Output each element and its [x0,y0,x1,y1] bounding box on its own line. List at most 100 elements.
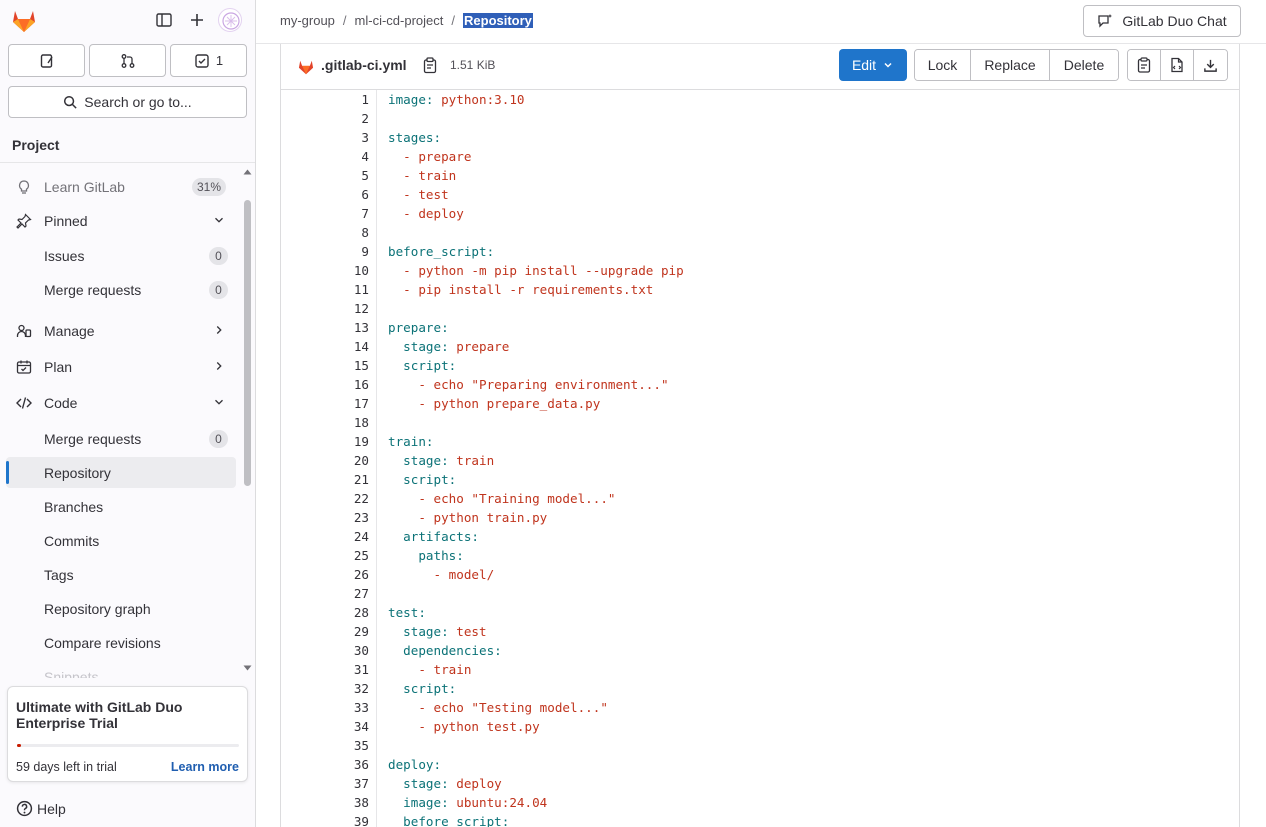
line-number[interactable]: 5 [281,166,369,185]
sidebar-item-repository[interactable]: Repository [6,457,236,488]
line-number[interactable]: 30 [281,641,369,660]
line-number[interactable]: 25 [281,546,369,565]
line-number[interactable]: 26 [281,565,369,584]
line-number[interactable]: 22 [281,489,369,508]
edit-label: Edit [851,57,877,73]
line-number[interactable]: 37 [281,774,369,793]
sidebar-item-learn-gitlab[interactable]: Learn GitLab 31% [6,171,236,202]
line-number[interactable]: 35 [281,736,369,755]
delete-button[interactable]: Delete [1050,50,1118,80]
trial-widget[interactable]: Ultimate with GitLab Duo Enterprise Tria… [7,686,248,782]
line-number[interactable]: 12 [281,299,369,318]
code-text: script: [403,472,457,487]
line-number[interactable]: 17 [281,394,369,413]
sidebar-item-repository-graph[interactable]: Repository graph [6,593,236,624]
code-text: - python train.py [418,510,548,525]
avatar[interactable] [218,8,242,32]
learn-more-link[interactable]: Learn more [171,760,239,774]
gitlab-logo-icon[interactable] [10,7,38,33]
copy-contents-button[interactable] [1128,50,1161,80]
merge-requests-quick-button[interactable] [89,44,166,77]
sidebar-item-compare-revisions[interactable]: Compare revisions [6,627,236,658]
code-line: 17 - python prepare_data.py [281,394,1239,413]
search-button[interactable]: Search or go to... [8,86,247,118]
line-number[interactable]: 34 [281,717,369,736]
sidebar-item-merge-requests-pinned[interactable]: Merge requests 0 [6,274,236,305]
code-line: 7 - deploy [281,204,1239,223]
line-number[interactable]: 8 [281,223,369,242]
code-line: 36 deploy: [281,755,1239,774]
sidebar-item-plan[interactable]: Plan [6,351,236,382]
line-number[interactable]: 27 [281,584,369,603]
breadcrumb-project[interactable]: ml-ci-cd-project [355,13,444,28]
help-button[interactable]: Help [16,800,66,817]
sidebar-item-manage[interactable]: Manage [6,315,236,346]
line-number[interactable]: 23 [281,508,369,527]
line-number[interactable]: 24 [281,527,369,546]
chevron-down-icon [212,395,226,412]
sidebar-item-merge-requests[interactable]: Merge requests 0 [6,423,236,454]
code-line: 16 - echo "Preparing environment..." [281,375,1239,394]
duo-chat-button[interactable]: GitLab Duo Chat [1083,5,1241,37]
code-viewer[interactable]: 1 image: python:3.10 2 3 stages: 4 - prepare 5… [280,90,1240,827]
lock-button[interactable]: Lock [915,50,971,80]
line-number[interactable]: 16 [281,375,369,394]
sidebar-toggle-icon[interactable] [154,10,174,30]
line-number[interactable]: 14 [281,337,369,356]
file-icon-actions [1127,49,1228,81]
line-number[interactable]: 21 [281,470,369,489]
line-number[interactable]: 29 [281,622,369,641]
sidebar-item-issues[interactable]: Issues 0 [6,240,236,271]
line-number[interactable]: 39 [281,812,369,827]
sidebar-item-tags[interactable]: Tags [6,559,236,590]
code-text: - echo "Testing model..." [418,700,608,715]
sidebar-scrollbar-thumb[interactable] [244,200,251,486]
line-number[interactable]: 36 [281,755,369,774]
line-number[interactable]: 28 [281,603,369,622]
scroll-down-arrow-icon[interactable] [243,664,252,672]
plus-icon[interactable] [187,10,207,30]
line-number[interactable]: 11 [281,280,369,299]
breadcrumb-current[interactable]: Repository [463,13,533,28]
sidebar-item-branches[interactable]: Branches [6,491,236,522]
line-number[interactable]: 2 [281,109,369,128]
sidebar-item-pinned[interactable]: Pinned [6,205,236,236]
sidebar-item-snippets[interactable]: Snippets [6,661,236,679]
download-button[interactable] [1194,50,1227,80]
line-number[interactable]: 3 [281,128,369,147]
code-line: 11 - pip install -r requirements.txt [281,280,1239,299]
line-number[interactable]: 19 [281,432,369,451]
todo-quick-button[interactable]: 1 [170,44,247,77]
scroll-up-arrow-icon[interactable] [243,168,252,176]
line-number[interactable]: 33 [281,698,369,717]
line-number[interactable]: 18 [281,413,369,432]
line-number[interactable]: 9 [281,242,369,261]
copy-path-icon[interactable] [423,57,437,77]
code-text: before_script: [388,244,495,259]
sidebar-item-commits[interactable]: Commits [6,525,236,556]
line-number[interactable]: 15 [281,356,369,375]
line-number[interactable]: 13 [281,318,369,337]
edit-dropdown-button[interactable]: Edit [839,49,907,81]
line-number[interactable]: 6 [281,185,369,204]
line-number[interactable]: 1 [281,90,369,109]
line-number[interactable]: 38 [281,793,369,812]
trial-days-left: 59 days left in trial [16,760,117,774]
file-raw-icon [1171,57,1183,73]
chevron-down-icon [884,62,892,68]
line-number[interactable]: 20 [281,451,369,470]
line-number[interactable]: 4 [281,147,369,166]
code-text: script: [403,358,457,373]
open-raw-button[interactable] [1161,50,1194,80]
replace-button[interactable]: Replace [971,50,1050,80]
code-text: - train [418,662,472,677]
line-number[interactable]: 32 [281,679,369,698]
issues-quick-button[interactable] [8,44,85,77]
breadcrumb-group[interactable]: my-group [280,13,335,28]
line-number[interactable]: 31 [281,660,369,679]
sidebar-item-code[interactable]: Code [6,387,236,418]
sidebar-item-label: Compare revisions [44,634,161,651]
line-number[interactable]: 7 [281,204,369,223]
sidebar-item-label: Commits [44,532,100,549]
line-number[interactable]: 10 [281,261,369,280]
